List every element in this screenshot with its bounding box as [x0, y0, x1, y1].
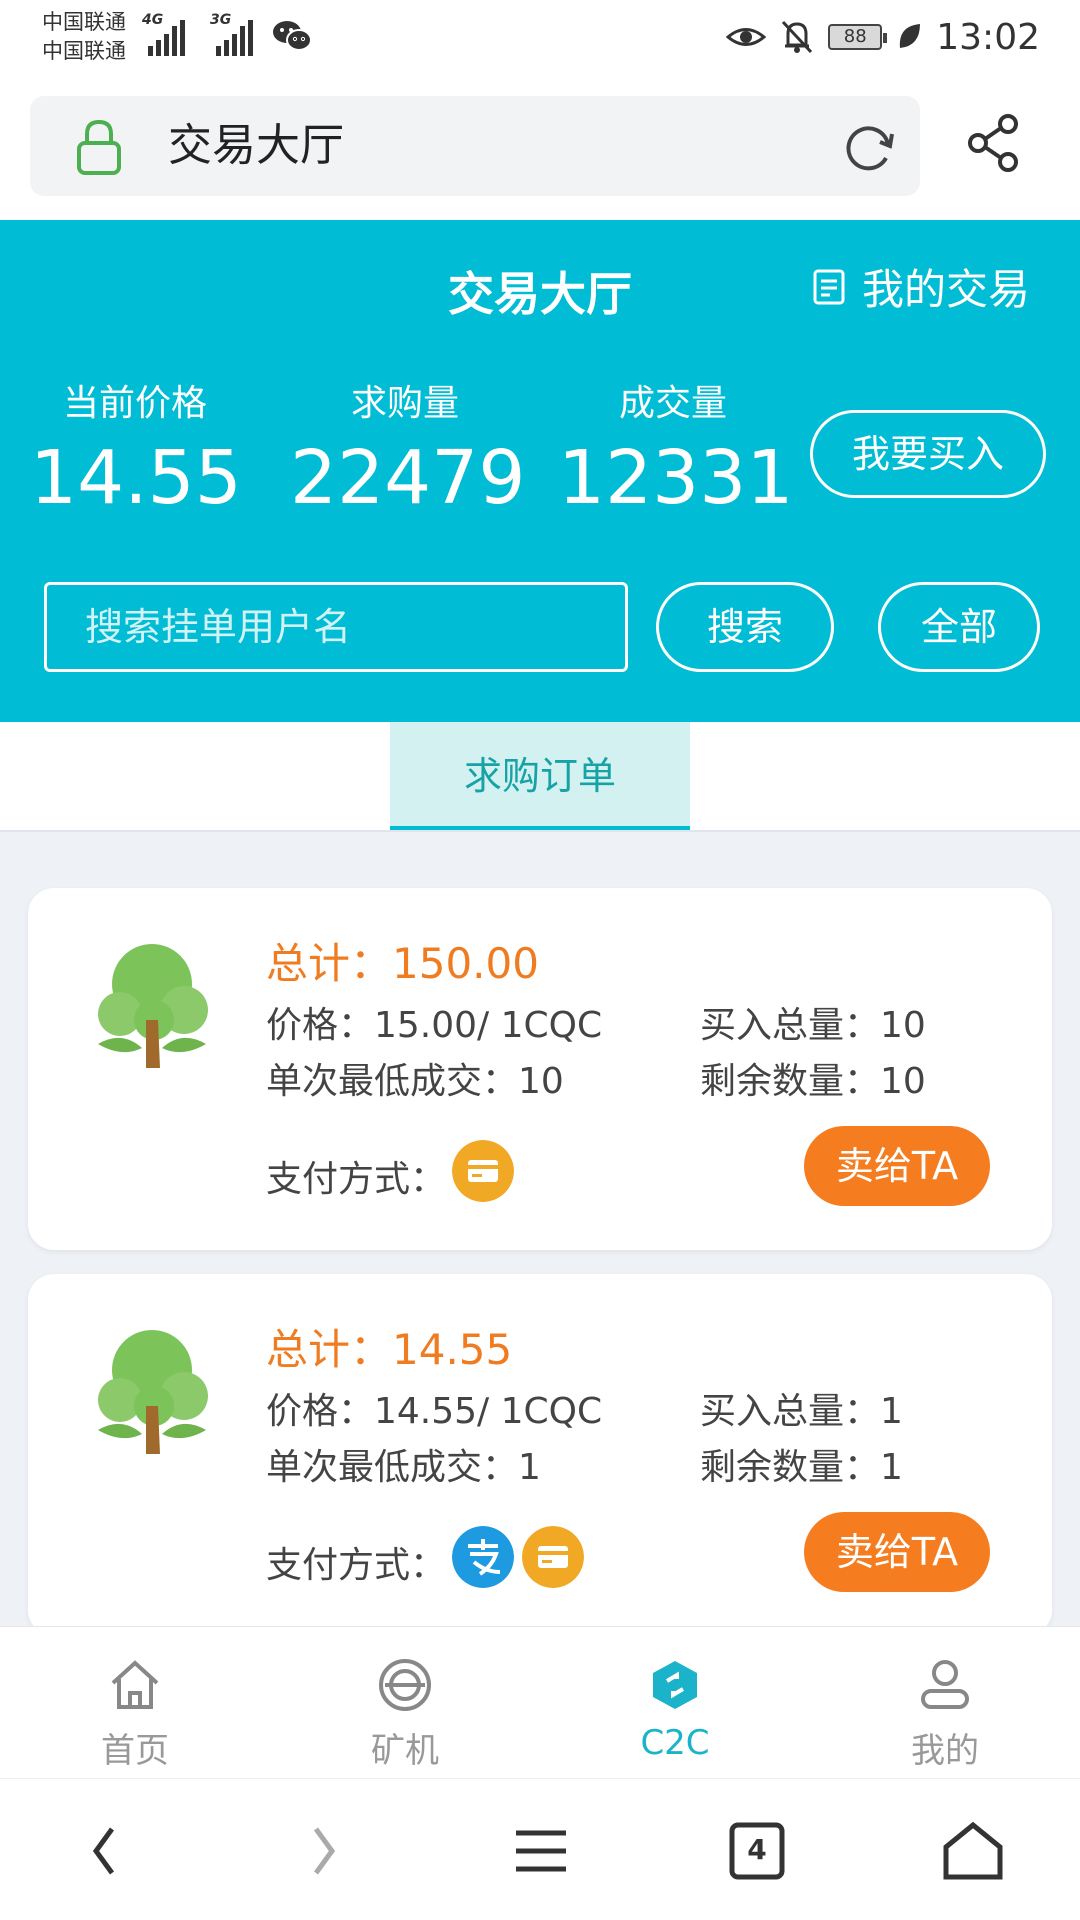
nav-item-home[interactable]: 首页: [0, 1627, 270, 1779]
status-right: 88 13:02: [726, 12, 1040, 62]
nav-label: 首页: [101, 1731, 169, 1771]
sell-to-ta-button[interactable]: 卖给TA: [804, 1126, 990, 1206]
search-input[interactable]: [44, 582, 628, 672]
bank-card-icon: [522, 1526, 584, 1588]
tree-avatar-icon: [98, 944, 208, 1068]
all-button[interactable]: 全部: [878, 582, 1040, 672]
order-price: 价格：15.00/ 1CQC: [266, 1005, 603, 1046]
stat-value: 22479: [290, 435, 526, 521]
my-trade-link[interactable]: 我的交易: [812, 256, 1030, 317]
carrier-info: 中国联通 中国联通: [42, 8, 126, 66]
payment-method-label: 支付方式：: [266, 1159, 447, 1200]
address-bar[interactable]: 交易大厅: [30, 96, 920, 196]
miner-icon: [379, 1659, 431, 1711]
browser-toolbar: 交易大厅: [0, 80, 1080, 220]
back-icon[interactable]: [72, 1819, 142, 1883]
nav-item-mine[interactable]: 我的: [810, 1627, 1080, 1779]
order-list[interactable]: 总计：150.00 价格：15.00/ 1CQC 买入总量：10 单次最低成交：…: [0, 832, 1080, 1626]
wechat-icon: [273, 21, 312, 51]
reload-icon[interactable]: [842, 120, 898, 176]
leaf-icon: [900, 24, 921, 48]
trade-hall-header: 交易大厅 我的交易 当前价格 14.55 求购量 22479 成交量 12331…: [0, 220, 1080, 722]
signal-3g-icon: 3G: [210, 12, 253, 56]
tree-avatar-icon: [98, 1330, 208, 1454]
order-price: 价格：14.55/ 1CQC: [266, 1391, 603, 1432]
nav-label: C2C: [640, 1723, 710, 1763]
lock-icon: [77, 119, 121, 175]
order-buy-total: 买入总量：10: [700, 1005, 926, 1046]
buy-button[interactable]: 我要买入: [810, 410, 1046, 498]
mute-bell-icon: [782, 20, 813, 54]
clock: 13:02: [936, 16, 1040, 58]
order-total: 总计：150.00: [266, 939, 539, 988]
network-type-1: 4G: [142, 12, 164, 28]
payment-method-label: 支付方式：: [266, 1545, 447, 1586]
order-min-trade: 单次最低成交：1: [266, 1447, 541, 1488]
stat-deal-volume: 成交量 12331: [558, 382, 794, 521]
order-tabs: 求购订单: [0, 722, 1080, 832]
alipay-icon: [452, 1526, 514, 1588]
carrier-2: 中国联通: [42, 39, 126, 63]
home-browser-icon[interactable]: [938, 1819, 1008, 1883]
menu-icon[interactable]: [506, 1819, 576, 1883]
nav-item-miner[interactable]: 矿机: [270, 1627, 540, 1779]
search-button[interactable]: 搜索: [656, 582, 834, 672]
carrier-1: 中国联通: [42, 10, 126, 34]
stat-value: 12331: [558, 435, 794, 521]
share-icon[interactable]: [966, 112, 1022, 174]
network-type-2: 3G: [210, 12, 232, 28]
bank-card-icon: [452, 1140, 514, 1202]
my-trade-label: 我的交易: [861, 265, 1030, 314]
nav-item-c2c[interactable]: C2C: [540, 1627, 810, 1779]
stat-value: 14.55: [30, 435, 242, 521]
order-remaining: 剩余数量：10: [700, 1061, 926, 1102]
battery-indicator: 88: [828, 24, 888, 50]
document-icon: [813, 269, 845, 304]
tab-count: 4: [747, 1833, 767, 1866]
sell-to-ta-button[interactable]: 卖给TA: [804, 1512, 990, 1592]
home-icon: [111, 1660, 159, 1709]
nav-label: 矿机: [371, 1731, 439, 1771]
status-bar: 中国联通 中国联通 4G 3G 88 13:02: [0, 0, 1080, 80]
browser-bottom-bar: 4: [0, 1778, 1080, 1920]
stat-label: 求购量: [350, 383, 459, 424]
page-url-title: 交易大厅: [168, 120, 344, 171]
stat-label: 成交量: [618, 383, 727, 424]
tab-buy-orders[interactable]: 求购订单: [390, 722, 690, 830]
tabs-button[interactable]: 4: [722, 1819, 792, 1883]
stat-current-price: 当前价格 14.55: [30, 382, 242, 521]
stat-buy-volume: 求购量 22479: [290, 382, 526, 521]
order-total: 总计：14.55: [266, 1325, 513, 1374]
bottom-nav: 首页 矿机 C2C 我的: [0, 1626, 1080, 1778]
user-icon: [921, 1660, 969, 1709]
order-card: 总计：14.55 价格：14.55/ 1CQC 买入总量：1 单次最低成交：1 …: [28, 1274, 1052, 1626]
c2c-icon: [653, 1661, 697, 1709]
forward-icon[interactable]: [288, 1819, 358, 1883]
nav-label: 我的: [911, 1731, 979, 1771]
order-buy-total: 买入总量：1: [700, 1391, 903, 1432]
order-min-trade: 单次最低成交：10: [266, 1061, 564, 1102]
signal-4g-icon: 4G: [142, 12, 185, 56]
order-card: 总计：150.00 价格：15.00/ 1CQC 买入总量：10 单次最低成交：…: [28, 888, 1052, 1250]
eye-icon: [726, 28, 767, 46]
stat-label: 当前价格: [62, 383, 207, 424]
order-remaining: 剩余数量：1: [700, 1447, 903, 1488]
